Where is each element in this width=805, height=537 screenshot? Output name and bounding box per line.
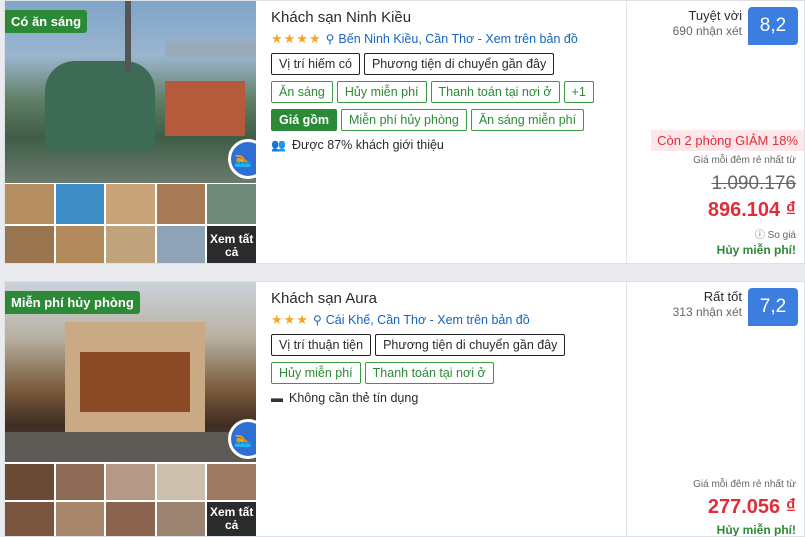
hotel-building-shape — [45, 61, 155, 151]
thumbnail[interactable] — [106, 225, 155, 263]
thumbnail[interactable] — [55, 184, 105, 224]
roof-shape — [165, 81, 245, 136]
thumbnail[interactable] — [106, 464, 155, 500]
hotel-main-photo[interactable]: Miễn phí hủy phòng 🏊 — [5, 282, 256, 462]
price-label: Giá mỗi đêm rẻ nhất từ — [693, 155, 796, 166]
feature-tag: Phương tiện di chuyển gần đây — [363, 53, 555, 75]
thumbnail[interactable] — [156, 184, 206, 224]
thumbnail[interactable] — [106, 502, 155, 536]
feature-tag: Vị trí thuận tiện — [271, 334, 372, 356]
amenity-tag: Thanh toán tại nơi ở — [364, 362, 494, 384]
hotel-info: Khách sạn Aura ★★★ ⚲ Cái Khế, Cần Thơ - … — [271, 290, 621, 405]
more-amenities-tag[interactable]: +1 — [563, 81, 594, 103]
review-count: 690 nhận xét — [672, 24, 742, 38]
includes-tag: Miễn phí hủy phòng — [341, 109, 467, 131]
promo-badge: Còn 2 phòng GIẢM 18% — [651, 130, 804, 151]
hotel-card[interactable]: Miễn phí hủy phòng 🏊 Xem tất cả Khách sạ… — [4, 281, 805, 537]
location-link[interactable]: Cái Khế, Cần Thơ - Xem trên bản đồ — [326, 313, 530, 327]
amenity-tag: Hủy miễn phí — [271, 362, 361, 384]
review-count: 313 nhận xét — [672, 305, 742, 319]
star-rating: ★★★ — [271, 312, 309, 327]
review-score[interactable]: Rất tốt 313 nhận xét 7,2 — [673, 288, 798, 326]
feature-tags: Vị trí hiếm có Phương tiện di chuyển gần… — [271, 53, 621, 75]
thumbnail[interactable] — [5, 464, 54, 500]
thumbnail[interactable] — [55, 502, 105, 536]
thumbnail[interactable] — [106, 184, 155, 224]
price[interactable]: 277.056 ₫ — [708, 496, 796, 519]
divider — [626, 1, 627, 263]
users-icon: 👥 — [271, 138, 286, 152]
amenity-tag: Hủy miễn phí — [336, 81, 427, 103]
thumbnail[interactable] — [156, 502, 206, 536]
thumbnail-grid: Xem tất cả — [5, 464, 256, 536]
amenity-tag: Ăn sáng — [271, 81, 333, 103]
old-price: 1.090.176 — [711, 173, 796, 194]
includes-tags: Giá gồm Miễn phí hủy phòng Ăn sáng miễn … — [271, 109, 621, 131]
thumbnail[interactable] — [5, 502, 54, 536]
divider — [626, 282, 627, 536]
rating-label: Rất tốt — [703, 289, 742, 304]
includes-tag: Ăn sáng miễn phí — [470, 109, 585, 131]
no-card-text: Không cần thẻ tín dụng — [289, 391, 419, 405]
hotel-main-photo[interactable]: Có ăn sáng 🏊 — [5, 1, 256, 183]
credit-card-icon: ▬ — [271, 391, 283, 405]
hotel-name[interactable]: Khách sạn Ninh Kiều — [271, 9, 621, 26]
amenity-tags: Hủy miễn phí Thanh toán tại nơi ở — [271, 362, 621, 384]
includes-label: Giá gồm — [271, 109, 338, 131]
compare-price-link[interactable]: ⓘ So giá — [755, 226, 796, 241]
hotel-info: Khách sạn Ninh Kiều ★★★★ ⚲ Bến Ninh Kiều… — [271, 9, 621, 152]
free-cancel-text: Hủy miễn phí! — [716, 523, 796, 537]
location-line: ★★★ ⚲ Cái Khế, Cần Thơ - Xem trên bản đồ — [271, 312, 621, 328]
pool-icon[interactable]: 🏊 — [228, 139, 256, 179]
rating-label: Tuyệt vời — [688, 8, 742, 23]
feature-tag: Vị trí hiếm có — [271, 53, 360, 75]
hotel-card[interactable]: Có ăn sáng 🏊 Xem tất cả Khách sạn Ninh K… — [4, 0, 805, 264]
recommend-note: 👥 Được 87% khách giới thiệu — [271, 138, 621, 152]
thumbnail[interactable] — [207, 464, 256, 500]
star-rating: ★★★★ — [271, 31, 322, 46]
map-pin-icon: ⚲ — [325, 32, 335, 46]
review-score[interactable]: Tuyệt vời 690 nhận xét 8,2 — [673, 7, 798, 45]
amenity-tag: Thanh toán tại nơi ở — [430, 81, 560, 103]
free-cancel-badge: Miễn phí hủy phòng — [5, 291, 140, 314]
see-all-photos-button[interactable]: Xem tất cả — [207, 502, 256, 536]
amenity-tags: Ăn sáng Hủy miễn phí Thanh toán tại nơi … — [271, 81, 621, 103]
thumbnail[interactable] — [55, 464, 105, 500]
no-card-note: ▬ Không cần thẻ tín dụng — [271, 391, 621, 405]
thumbnail[interactable] — [5, 184, 54, 224]
score-box: 8,2 — [748, 7, 798, 45]
entrance-shape — [80, 352, 190, 412]
thumbnail[interactable] — [5, 225, 54, 263]
breakfast-badge: Có ăn sáng — [5, 10, 88, 33]
map-pin-icon: ⚲ — [312, 313, 322, 327]
thumbnail[interactable] — [55, 225, 105, 263]
hotel-name[interactable]: Khách sạn Aura — [271, 290, 621, 307]
thumbnail[interactable] — [156, 464, 206, 500]
recommend-text: Được 87% khách giới thiệu — [291, 138, 444, 152]
street-shape — [5, 432, 256, 462]
thumbnail[interactable] — [156, 225, 206, 263]
free-cancel-text: Hủy miễn phí! — [716, 243, 796, 257]
price-label: Giá mỗi đêm rẻ nhất từ — [693, 479, 796, 490]
thumbnail-grid: Xem tất cả — [5, 184, 256, 263]
location-link[interactable]: Bến Ninh Kiều, Cần Thơ - Xem trên bản đồ — [338, 32, 577, 46]
feature-tag: Phương tiện di chuyển gần đây — [375, 334, 566, 356]
river-shape — [165, 41, 256, 57]
location-line: ★★★★ ⚲ Bến Ninh Kiều, Cần Thơ - Xem trên… — [271, 31, 621, 47]
price[interactable]: 896.104 ₫ — [708, 199, 796, 222]
tower-shape — [125, 1, 131, 71]
feature-tags: Vị trí thuận tiện Phương tiện di chuyển … — [271, 334, 621, 356]
thumbnail[interactable] — [207, 184, 256, 224]
score-box: 7,2 — [748, 288, 798, 326]
see-all-photos-button[interactable]: Xem tất cả — [207, 225, 256, 263]
